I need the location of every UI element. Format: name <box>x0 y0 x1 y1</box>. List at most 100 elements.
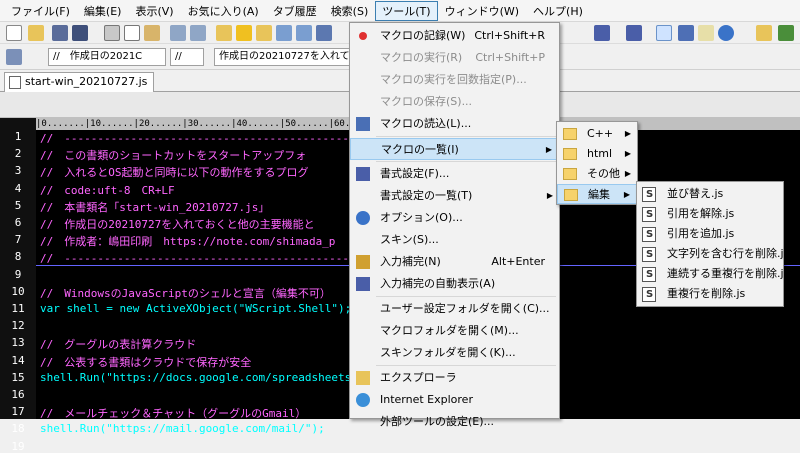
favorite-star-icon[interactable] <box>236 25 252 41</box>
line-number: 14 <box>11 353 25 367</box>
menu-view[interactable]: 表示(V) <box>128 1 180 21</box>
js-script-icon <box>642 227 656 242</box>
cut-icon[interactable] <box>104 25 120 41</box>
document-icon <box>9 76 21 89</box>
tools-menu-item: マクロの実行を回数指定(P)... <box>350 69 559 91</box>
tools-menu-item[interactable]: マクロの読込(L)... <box>350 113 559 135</box>
file-tab-label: start-win_20210727.js <box>25 75 148 88</box>
code-line[interactable]: // code:uft-8 CR+LF <box>40 182 175 198</box>
save-icon[interactable] <box>52 25 68 41</box>
macro-category-item[interactable]: html ▶ <box>557 144 637 164</box>
line-number: 16 <box>11 388 25 401</box>
undo-icon[interactable] <box>170 25 186 41</box>
edit-macro-item[interactable]: 並び替え.js <box>637 184 783 204</box>
folder-list-icon[interactable] <box>256 25 272 41</box>
save-all-icon[interactable] <box>72 25 88 41</box>
file-tab[interactable]: start-win_20210727.js <box>4 72 155 92</box>
grep-icon[interactable] <box>316 25 332 41</box>
folder-icon <box>563 168 577 180</box>
search-mode-icon[interactable] <box>6 49 22 65</box>
tools-menu-item[interactable]: スキン(S)... <box>350 229 559 251</box>
macro-category-item[interactable]: その他 ▶ <box>557 164 637 184</box>
explorer-icon[interactable] <box>756 25 772 41</box>
code-line[interactable]: shell.Run("https://mail.google.com/mail/… <box>40 422 325 435</box>
macro-category-label: html <box>587 147 613 160</box>
line-number: 11 <box>11 302 25 315</box>
macro-list-submenu: C++ ▶ html ▶ その他 ▶ 編集 ▶ <box>556 121 638 205</box>
edit-macro-item[interactable]: 引用を解除.js <box>637 204 783 224</box>
find-icon[interactable] <box>276 25 292 41</box>
search-combo-3[interactable]: 作成日の20210727を入れてお <box>214 48 350 66</box>
tools-menu-item[interactable]: オプション(O)... <box>350 207 559 229</box>
code-line[interactable]: // グーグルの表計算クラウド <box>40 336 196 352</box>
code-line[interactable]: // 公表する書類はクラウドで保存が安全 <box>40 354 251 370</box>
menu-window[interactable]: ウィンドウ(W) <box>438 1 526 21</box>
tools-menu-item[interactable]: 入力補完(N) Alt+Enter <box>350 251 559 273</box>
tools-menu-item[interactable]: ユーザー設定フォルダを開く(C)... <box>350 298 559 320</box>
code-line[interactable]: // -------------------------------------… <box>40 130 376 146</box>
redo-icon[interactable] <box>190 25 206 41</box>
menu-tools[interactable]: ツール(T) <box>375 0 438 21</box>
menu-help[interactable]: ヘルプ(H) <box>526 1 590 21</box>
replace-icon[interactable] <box>296 25 312 41</box>
menu-tab-history[interactable]: タブ履歴 <box>266 1 324 21</box>
info-icon[interactable] <box>718 25 734 41</box>
menu-search[interactable]: 検索(S) <box>324 1 376 21</box>
tools-menu-item-label: 入力補完の自動表示(A) <box>380 277 496 290</box>
tool-icon[interactable] <box>778 25 794 41</box>
tools-menu-item-label: 書式設定(F)... <box>380 167 450 180</box>
code-line[interactable]: shell.Run("https://docs.google.com/sprea… <box>40 371 358 384</box>
edit-macro-item[interactable]: 連続する重複行を削除.js <box>637 264 789 284</box>
code-line[interactable]: // 本書類名「start-win_20210727.js」 <box>40 199 269 215</box>
completion-toggle-icon[interactable] <box>626 25 642 41</box>
edit-macro-item[interactable]: 重複行を削除.js <box>637 284 783 304</box>
tools-menu-item[interactable]: スキンフォルダを開く(K)... <box>350 342 559 364</box>
menu-file[interactable]: ファイル(F) <box>4 1 77 21</box>
folder-icon[interactable] <box>216 25 232 41</box>
code-line[interactable]: // WindowsのJavaScriptのシェルと宣言（編集不可） <box>40 285 331 301</box>
copy-icon[interactable] <box>124 25 140 41</box>
search-combo-1[interactable]: // 作成日の2021C <box>48 48 166 66</box>
menu-edit[interactable]: 編集(E) <box>77 1 129 21</box>
tools-menu-item[interactable]: エクスプローラ <box>350 367 559 389</box>
code-line[interactable]: // 入れるとOS起動と同時に以下の動作をするプログ <box>40 164 309 180</box>
menu-separator <box>376 161 556 162</box>
tools-menu-item-label: Internet Explorer <box>380 393 473 406</box>
open-folder-icon[interactable] <box>28 25 44 41</box>
auto-complete-icon[interactable] <box>656 25 672 41</box>
tools-menu-item[interactable]: 書式設定の一覧(T) ▶ <box>350 185 559 207</box>
code-line[interactable]: // 作成日の20210727を入れておくと他の主要機能と <box>40 216 315 232</box>
edit-macro-item[interactable]: 文字列を含む行を削除.js <box>637 244 789 264</box>
search-combo-2[interactable]: // <box>170 48 204 66</box>
key-icon[interactable] <box>678 25 694 41</box>
menu-favorites[interactable]: お気に入り(A) <box>181 1 266 21</box>
tools-menu-item[interactable]: マクロの記録(W) Ctrl+Shift+R <box>350 25 559 47</box>
format-icon <box>356 167 370 181</box>
menu-separator <box>376 365 556 366</box>
tools-menu-item-label: スキン(S)... <box>380 233 439 246</box>
code-line[interactable]: var shell = new ActiveXObject("WScript.S… <box>40 302 351 315</box>
paste-icon[interactable] <box>144 25 160 41</box>
edit-macro-item[interactable]: 引用を追加.js <box>637 224 783 244</box>
code-line[interactable]: // この書類のショートカットをスタートアップフォ <box>40 147 306 163</box>
line-number: 15 <box>11 370 25 384</box>
line-number: 2 <box>14 147 22 161</box>
window-icon[interactable] <box>698 25 714 41</box>
js-script-icon <box>642 187 656 202</box>
macro-category-item[interactable]: 編集 ▶ <box>557 184 637 204</box>
tools-menu-item-label: ユーザー設定フォルダを開く(C)... <box>380 302 550 315</box>
macro-category-item[interactable]: C++ ▶ <box>557 124 637 144</box>
tools-menu-item[interactable]: マクロフォルダを開く(M)... <box>350 320 559 342</box>
new-file-icon[interactable] <box>6 25 22 41</box>
macro-category-label: C++ <box>587 127 614 140</box>
tools-menu-item[interactable]: 入力補完の自動表示(A) <box>350 273 559 295</box>
tools-dropdown-menu: マクロの記録(W) Ctrl+Shift+R マクロの実行(R) Ctrl+Shift… <box>349 22 560 428</box>
tools-menu-item[interactable]: 外部ツールの設定(E)... <box>350 411 559 433</box>
tools-menu-item[interactable]: Internet Explorer <box>350 389 559 411</box>
tools-menu-item[interactable]: マクロの一覧(I) ▶ <box>350 138 559 160</box>
code-line[interactable]: // 作成者：嶋田印刷 https://note.com/shimada_p <box>40 233 335 249</box>
shortcut-label: Ctrl+Shift+R <box>474 29 545 42</box>
tools-menu-item[interactable]: 書式設定(F)... <box>350 163 559 185</box>
code-line[interactable]: // -------------------------------------… <box>40 250 376 266</box>
macro-icon[interactable] <box>594 25 610 41</box>
